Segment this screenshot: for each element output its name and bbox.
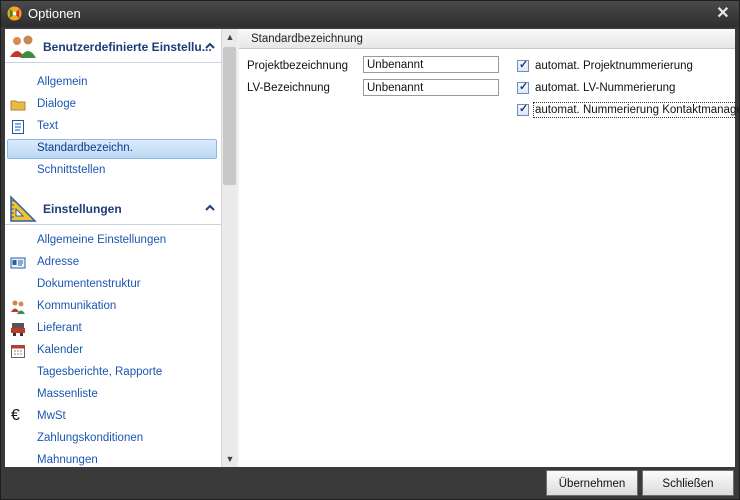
scroll-thumb[interactable] [223, 47, 236, 185]
title-bar[interactable]: Optionen ✕ [1, 1, 739, 27]
chevron-up-icon[interactable] [203, 39, 217, 53]
group-header-einstellungen[interactable]: Einstellungen [5, 193, 221, 225]
sidebar-item-mahnungen[interactable]: Mahnungen [5, 451, 221, 467]
panel-title: Standardbezeichnung [251, 33, 363, 45]
sidebar-item-label: Kommunikation [37, 300, 117, 312]
close-icon[interactable]: ✕ [713, 4, 733, 24]
checkmark-icon: ✓ [519, 81, 529, 93]
sidebar-item-kommunikation[interactable]: Kommunikation [5, 297, 221, 317]
sidebar-item-tagesberichte[interactable]: Tagesberichte, Rapporte [5, 363, 221, 383]
sidebar-item-label: Kalender [37, 344, 84, 356]
sidebar-item-allgemeine-einstellungen[interactable]: Allgemeine Einstellungen [5, 231, 221, 251]
sidebar-item-mwst[interactable]: € MwSt [5, 407, 221, 427]
sidebar-scrollbar[interactable]: ▲ ▼ [221, 29, 237, 467]
sidebar-item-allgemein[interactable]: Allgemein [5, 73, 221, 93]
options-window: Optionen ✕ Benutzerdefinierte Einstellu.… [0, 0, 740, 500]
sidebar-item-adresse[interactable]: Adresse [5, 253, 221, 273]
folder-icon [10, 100, 26, 111]
checkbox-label: automat. Projektnummerierung [535, 60, 693, 72]
sidebar-item-label: Text [37, 120, 59, 132]
sidebar-item-dokumentenstruktur[interactable]: Dokumentenstruktur [5, 275, 221, 295]
sidebar-item-massenliste[interactable]: Massenliste [5, 385, 221, 405]
sidebar-item-label: Schnittstellen [37, 164, 106, 176]
sidebar-item-label: Massenliste [37, 388, 98, 400]
sidebar-item-label: Mahnungen [37, 454, 98, 466]
dialog-footer: Übernehmen Schließen [1, 467, 739, 499]
sidebar-item-standardbezeichn[interactable]: Standardbezeichn. [5, 139, 221, 159]
sidebar-item-label: MwSt [37, 410, 66, 422]
people-icon [11, 300, 25, 314]
sidebar-item-label: Tagesberichte, Rapporte [37, 366, 163, 378]
sidebar-item-label: Standardbezeichn. [37, 142, 133, 154]
calendar-icon [11, 345, 25, 358]
euro-icon: € [11, 407, 20, 424]
sidebar-item-label: Zahlungskonditionen [37, 432, 144, 444]
supplier-icon [11, 323, 25, 336]
sidebar-item-zahlungskonditionen[interactable]: Zahlungskonditionen [5, 429, 221, 449]
settings-panel: Standardbezeichnung Projektbezeichnung L… [239, 29, 740, 467]
scroll-up-arrow-icon[interactable]: ▲ [222, 29, 238, 45]
sidebar-item-text[interactable]: Text [5, 117, 221, 137]
group-label: Einstellungen [43, 202, 122, 216]
ruler-triangle-icon [10, 195, 37, 222]
app-logo-icon [7, 6, 22, 21]
chevron-up-icon[interactable] [203, 201, 217, 215]
checkmark-icon: ✓ [519, 103, 529, 115]
panel-header: Standardbezeichnung [239, 29, 735, 49]
checkmark-icon: ✓ [519, 59, 529, 71]
sidebar-item-kalender[interactable]: Kalender [5, 341, 221, 361]
projektbezeichnung-label: Projektbezeichnung [247, 60, 349, 72]
navigation-sidebar: Benutzerdefinierte Einstellu... Allgemei… [5, 29, 221, 467]
client-area: Benutzerdefinierte Einstellu... Allgemei… [5, 29, 740, 467]
sidebar-item-lieferant[interactable]: Lieferant [5, 319, 221, 339]
close-button[interactable]: Schließen [642, 470, 734, 496]
checkbox-label: automat. LV-Nummerierung [535, 82, 676, 94]
scroll-down-arrow-icon[interactable]: ▼ [222, 451, 238, 467]
sidebar-item-dialoge[interactable]: Dialoge [5, 95, 221, 115]
sidebar-item-schnittstellen[interactable]: Schnittstellen [5, 161, 221, 181]
lv-bezeichnung-label: LV-Bezeichnung [247, 82, 330, 94]
group-label: Benutzerdefinierte Einstellu... [43, 40, 212, 54]
sidebar-item-label: Dialoge [37, 98, 76, 110]
lv-bezeichnung-input[interactable] [363, 79, 499, 96]
sidebar-item-label: Dokumentenstruktur [37, 278, 141, 290]
checkbox-label: automat. Nummerierung Kontaktmanager [533, 102, 740, 118]
group-header-benutzerdefiniert[interactable]: Benutzerdefinierte Einstellu... [5, 31, 221, 63]
sidebar-item-label: Adresse [37, 256, 80, 268]
sidebar-item-label: Allgemein [37, 76, 88, 88]
sidebar-item-label: Lieferant [37, 322, 82, 334]
text-document-icon [12, 120, 24, 134]
window-title: Optionen [28, 6, 81, 21]
users-group-icon [10, 35, 36, 58]
checkbox[interactable]: ✓ [517, 103, 529, 116]
address-card-icon [10, 257, 26, 269]
apply-button[interactable]: Übernehmen [546, 470, 638, 496]
projektbezeichnung-input[interactable] [363, 56, 499, 73]
checkbox[interactable]: ✓ [517, 59, 529, 72]
checkbox[interactable]: ✓ [517, 81, 529, 94]
sidebar-item-label: Allgemeine Einstellungen [37, 234, 167, 246]
